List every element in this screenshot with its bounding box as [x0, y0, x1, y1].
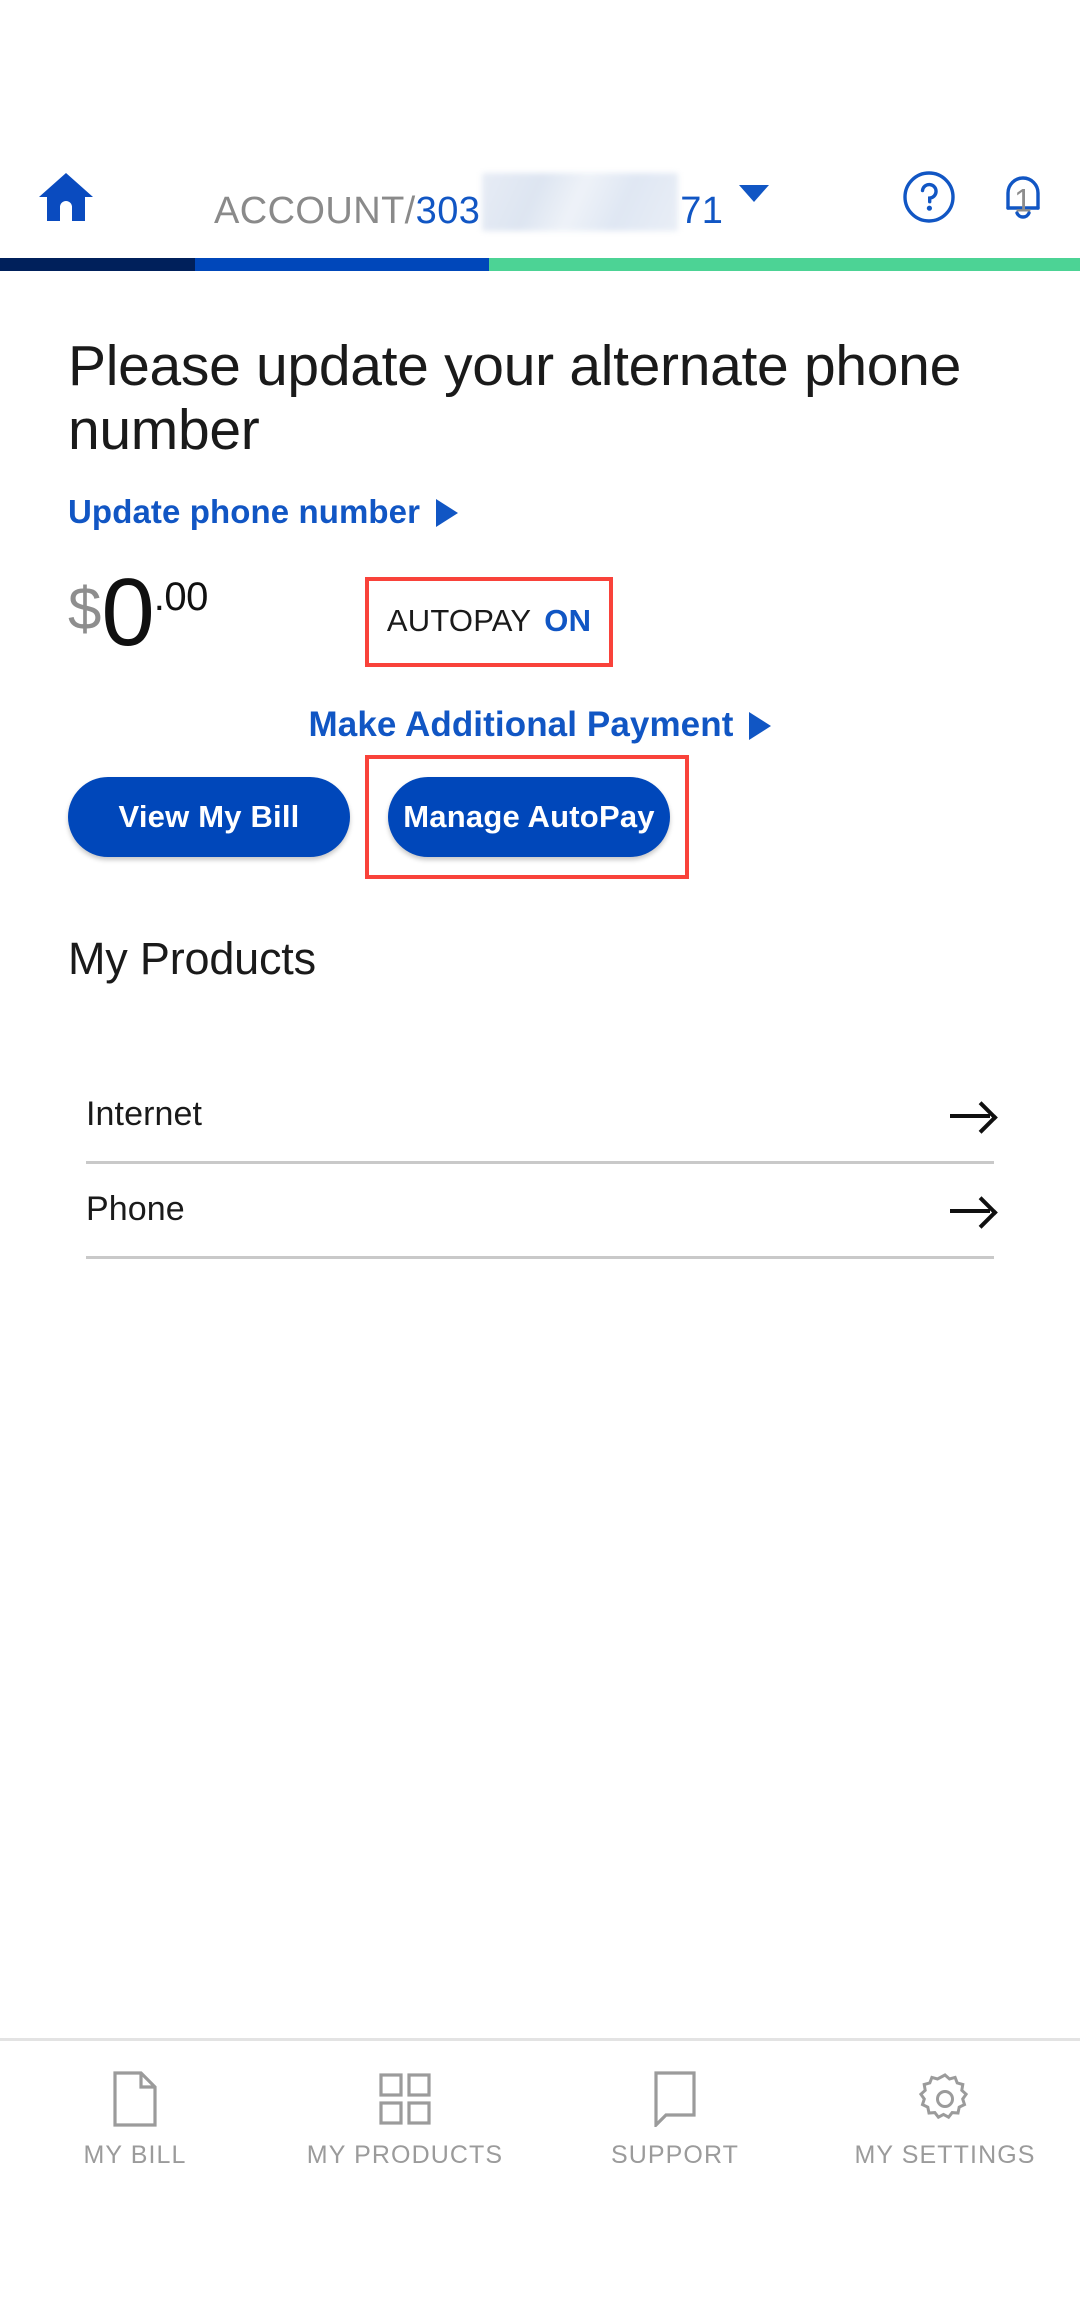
cta-button-row: View My Bill Manage AutoPay [68, 754, 1012, 879]
nav-label: MY BILL [83, 2141, 187, 2169]
chat-bubble-icon [647, 2071, 703, 2127]
nav-item-my-products[interactable]: MY PRODUCTS [270, 2071, 540, 2170]
stripe-segment-navy [0, 258, 196, 271]
account-number-redacted [482, 173, 679, 231]
gear-icon [917, 2071, 973, 2127]
status-bar-spacer [0, 0, 1080, 140]
account-text: ACCOUNT/303 71 [214, 165, 723, 233]
bottom-navigation: MY BILL MY PRODUCTS SUPPORT MY SETTINGS [0, 2038, 1080, 2300]
grid-icon [377, 2071, 433, 2127]
make-additional-payment-label: Make Additional Payment [308, 704, 734, 744]
nav-label: MY PRODUCTS [306, 2141, 504, 2169]
brand-stripe [0, 258, 1080, 271]
main-content: Please update your alternate phone numbe… [0, 271, 1080, 1259]
notification-badge-count: 1 [1014, 182, 1032, 219]
product-name: Phone [86, 1190, 185, 1229]
home-icon [38, 171, 94, 228]
make-additional-payment-link[interactable]: Make Additional Payment [68, 705, 1012, 745]
notifications-button[interactable]: 1 [994, 168, 1052, 230]
nav-item-support[interactable]: SUPPORT [540, 2071, 810, 2170]
view-my-bill-button[interactable]: View My Bill [68, 776, 350, 857]
product-list: Internet Phone [68, 1069, 1012, 1259]
triangle-right-icon [749, 711, 772, 740]
header-actions: 1 [900, 168, 1052, 230]
autopay-label: AUTOPAY [386, 602, 532, 638]
nav-label: SUPPORT [610, 2141, 740, 2169]
my-products-title: My Products [68, 932, 316, 984]
balance-row: $ 0 .00 AUTOPAY ON [68, 558, 1012, 673]
document-icon [107, 2071, 163, 2127]
balance-whole: 0 [101, 558, 154, 666]
nav-item-my-settings[interactable]: MY SETTINGS [810, 2071, 1080, 2170]
update-phone-number-label: Update phone number [68, 492, 421, 530]
stripe-segment-green [489, 258, 1080, 271]
arrow-right-icon [950, 1100, 994, 1130]
balance-amount: $ 0 .00 [68, 558, 209, 666]
update-phone-number-link[interactable]: Update phone number [68, 493, 1012, 531]
manage-autopay-button[interactable]: Manage AutoPay [388, 776, 670, 857]
product-name: Internet [86, 1095, 203, 1134]
product-row-phone[interactable]: Phone [86, 1164, 994, 1259]
nav-label: MY SETTINGS [854, 2141, 1036, 2169]
account-number-suffix: 71 [680, 190, 724, 232]
product-row-internet[interactable]: Internet [86, 1069, 994, 1164]
autopay-state: ON [544, 602, 592, 638]
account-selector[interactable]: ACCOUNT/303 71 [104, 165, 890, 233]
currency-symbol: $ [68, 574, 102, 642]
account-label: ACCOUNT/ [214, 190, 416, 232]
help-circle-icon [902, 170, 956, 229]
balance-cents: .00 [153, 574, 209, 619]
autopay-status-badge[interactable]: AUTOPAY ON [365, 576, 613, 667]
alert-title: Please update your alternate phone numbe… [68, 334, 961, 462]
chevron-down-icon [739, 184, 770, 202]
nav-item-my-bill[interactable]: MY BILL [0, 2071, 270, 2170]
triangle-right-icon [436, 498, 459, 527]
stripe-segment-blue [195, 258, 490, 271]
arrow-right-icon [950, 1195, 994, 1225]
app-header: ACCOUNT/303 71 1 [0, 140, 1080, 258]
home-button[interactable] [28, 161, 104, 237]
account-number-prefix: 303 [415, 190, 481, 232]
help-button[interactable] [900, 168, 958, 230]
